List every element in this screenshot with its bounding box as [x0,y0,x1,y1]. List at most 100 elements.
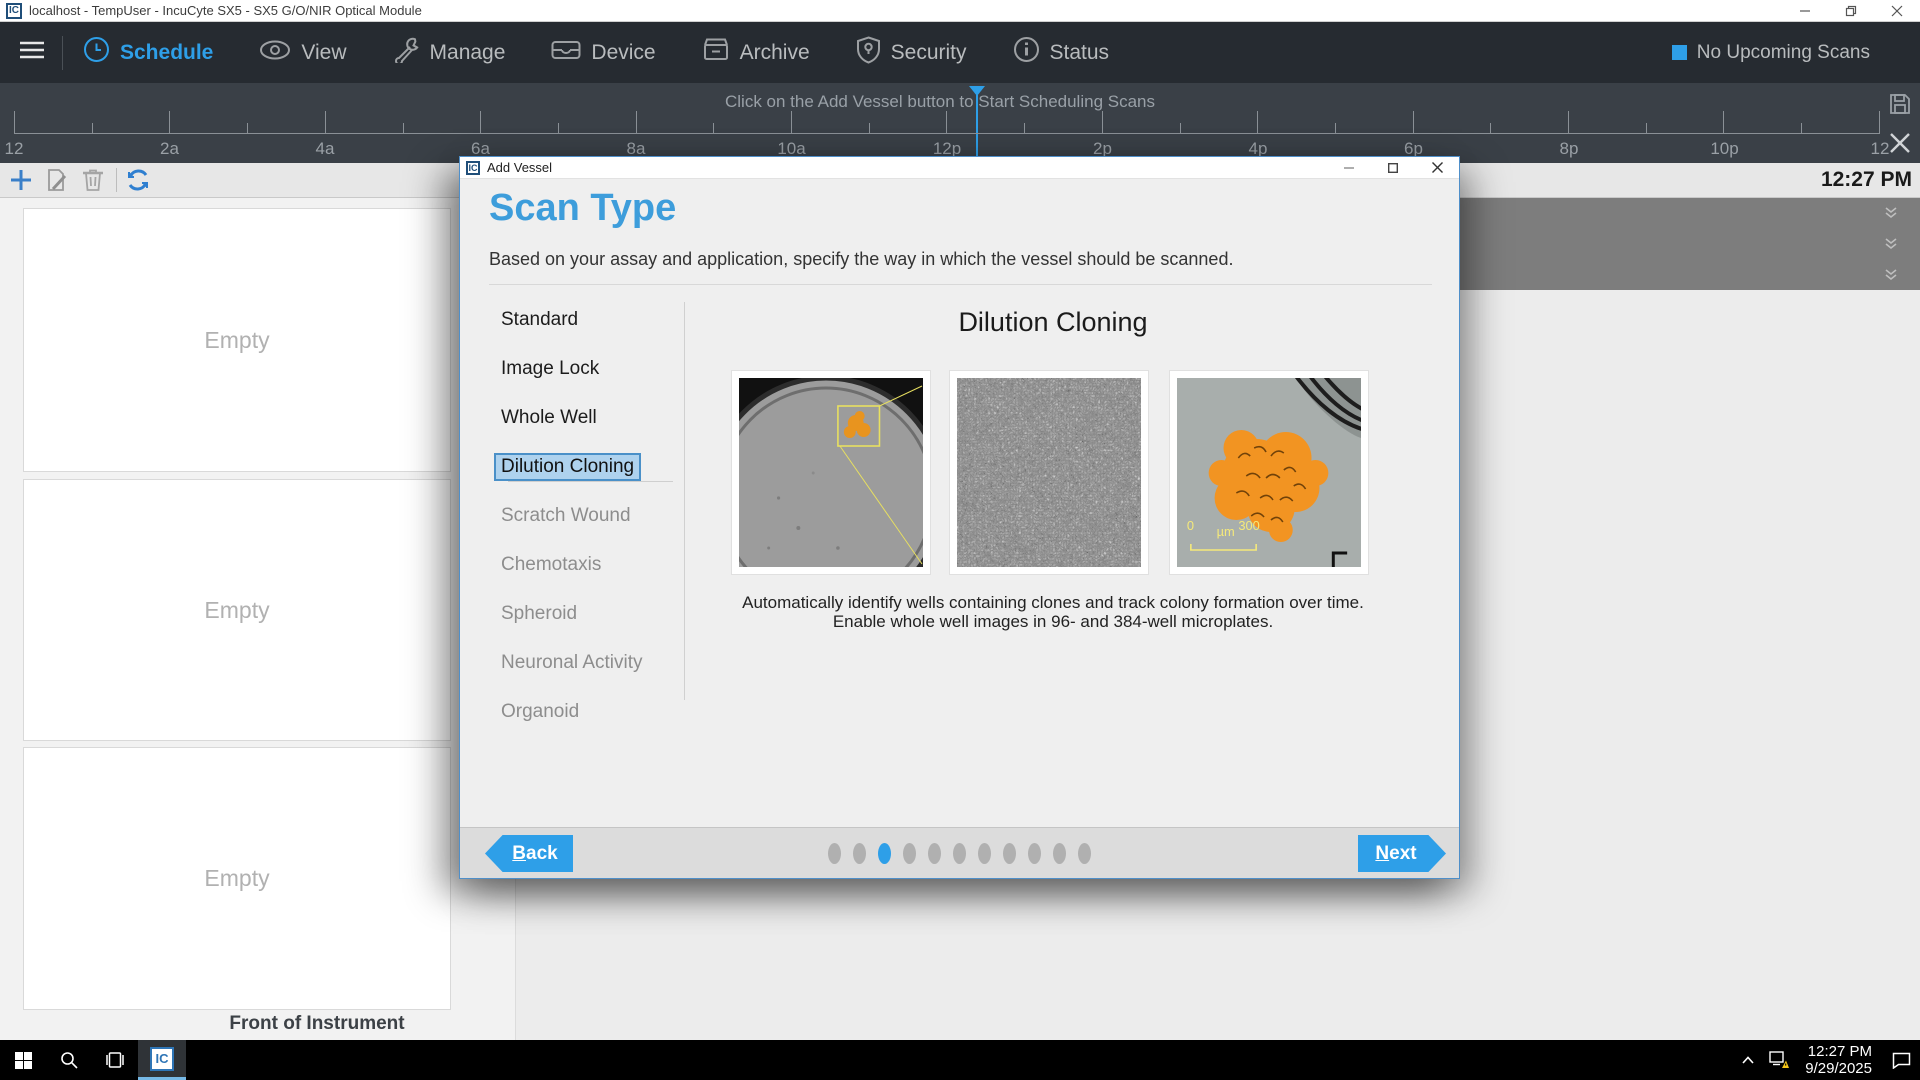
network-warning-icon[interactable] [1763,1040,1795,1080]
window-titlebar: IC localhost - TempUser - IncuCyte SX5 -… [0,0,1920,22]
timeline-hint: Click on the Add Vessel button to Start … [0,92,1880,112]
taskbar-incucyte-app-button[interactable]: IC [138,1040,186,1080]
edit-vessel-button[interactable] [42,165,72,195]
toolbar-divider [116,168,117,192]
timeline-ruler-baseline [14,133,1880,134]
wizard-step-dot [928,843,941,864]
info-icon [1013,36,1040,69]
wrench-icon [393,36,420,69]
archive-icon [702,37,730,68]
wizard-step-dot [978,843,991,864]
window-restore-button[interactable] [1828,0,1874,21]
lane-expand-icon[interactable] [1884,237,1898,256]
taskbar-date: 9/29/2025 [1805,1060,1872,1077]
app-logo-icon: IC [6,3,22,19]
nav-tab-view[interactable]: View [259,39,346,67]
taskbar-search-icon[interactable] [46,1040,92,1080]
scan-type-standard[interactable]: Standard [501,295,681,344]
refresh-button[interactable] [123,165,153,195]
hidden-icons-chevron-icon[interactable] [1733,1040,1763,1080]
scan-type-description: Automatically identify wells containing … [629,593,1477,631]
dialog-minimize-button[interactable] [1327,157,1371,178]
wizard-progress-dots [460,843,1459,864]
app-screen: IC localhost - TempUser - IncuCyte SX5 -… [0,0,1920,1080]
dialog-bottombar: Back Next [460,827,1459,878]
windows-taskbar: IC 12:27 PM 9/29/2025 [0,1040,1920,1080]
delete-vessel-button[interactable] [78,165,108,195]
nav-tab-archive[interactable]: Archive [702,37,810,68]
vessel-slot-2[interactable]: Empty [23,479,451,741]
nav-tab-status[interactable]: Status [1013,36,1110,69]
dialog-divider [489,284,1432,285]
scan-type-dilution-cloning[interactable]: Dilution Cloning [501,442,681,491]
vessel-slot-3[interactable]: Empty [23,747,451,1010]
scalebar-unit: µm [1217,524,1235,539]
dialog-maximize-button[interactable] [1371,157,1415,178]
scan-type-list: Standard Image Lock Whole Well Dilution … [501,295,681,736]
scalebar-start: 0 [1187,518,1194,533]
scalebar-end: 300 [1238,518,1259,533]
colony-mask-preview-image: 0 µm 300 [1169,370,1369,575]
dialog-titlebar[interactable]: IC Add Vessel [460,157,1459,179]
nav-tab-schedule[interactable]: Schedule [83,36,213,69]
action-center-icon[interactable] [1882,1040,1920,1080]
status-square-icon [1672,45,1687,60]
cell-monolayer-preview-image [949,370,1149,575]
device-icon [551,38,581,68]
nav-divider [62,36,63,70]
upcoming-scans-status: No Upcoming Scans [1672,42,1870,64]
nav-tab-security[interactable]: Security [856,36,967,70]
vessel-slot-1[interactable]: Empty [23,208,451,472]
save-icon[interactable] [1889,93,1911,120]
scan-type-organoid[interactable]: Organoid [501,687,681,736]
scan-type-chemotaxis[interactable]: Chemotaxis [501,540,681,589]
wizard-step-dot [1003,843,1016,864]
dialog-logo-icon: IC [466,161,480,175]
dialog-title: Add Vessel [487,160,552,175]
timeline-ruler-ticks [14,111,1880,133]
scan-type-neuronal-activity[interactable]: Neuronal Activity [501,638,681,687]
scan-list-divider [508,481,673,482]
scan-type-whole-well[interactable]: Whole Well [501,393,681,442]
shield-icon [856,36,881,70]
status-label: No Upcoming Scans [1697,42,1870,64]
timeline-close-icon[interactable] [1889,132,1911,159]
current-time-label: 12:27 PM [1821,168,1912,192]
taskbar-clock[interactable]: 12:27 PM 9/29/2025 [1805,1043,1872,1077]
schedule-timeline: Click on the Add Vessel button to Start … [0,83,1920,163]
window-close-button[interactable] [1874,0,1920,21]
nav-tab-manage[interactable]: Manage [393,36,506,69]
description-line-1: Automatically identify wells containing … [629,593,1477,612]
menu-icon[interactable] [20,41,44,64]
dialog-heading: Scan Type [489,187,676,230]
dialog-subheading: Based on your assay and application, spe… [489,249,1233,270]
wizard-step-dot [828,843,841,864]
scan-type-scratch-wound[interactable]: Scratch Wound [501,491,681,540]
dialog-close-button[interactable] [1415,157,1459,178]
incucyte-app-icon: IC [150,1047,174,1071]
description-line-2: Enable whole well images in 96- and 384-… [629,612,1477,631]
next-button[interactable]: Next [1358,835,1446,872]
wizard-step-dot [1078,843,1091,864]
wizard-step-dot [853,843,866,864]
wizard-step-dot [903,843,916,864]
window-minimize-button[interactable] [1782,0,1828,21]
lane-expand-icon[interactable] [1884,206,1898,225]
wizard-step-dot [953,843,966,864]
whole-well-preview-image [731,370,931,575]
task-view-icon[interactable] [92,1040,138,1080]
vessel-tray-panel: Empty Empty Empty Front of Instrument [0,198,516,1040]
add-vessel-button[interactable] [6,165,36,195]
main-nav: Schedule View Manage Device [0,22,1920,83]
lane-expand-icon[interactable] [1884,268,1898,287]
taskbar-time: 12:27 PM [1805,1043,1872,1060]
dialog-vertical-divider [684,302,685,700]
add-vessel-dialog: IC Add Vessel Scan Type Based on your as… [459,156,1460,879]
wizard-step-dot [1028,843,1041,864]
nav-tab-device[interactable]: Device [551,38,655,68]
clock-icon [83,36,110,69]
start-button[interactable] [0,1040,46,1080]
selected-scan-type-title: Dilution Cloning [731,307,1375,338]
scan-type-image-lock[interactable]: Image Lock [501,344,681,393]
wizard-step-dot [1053,843,1066,864]
